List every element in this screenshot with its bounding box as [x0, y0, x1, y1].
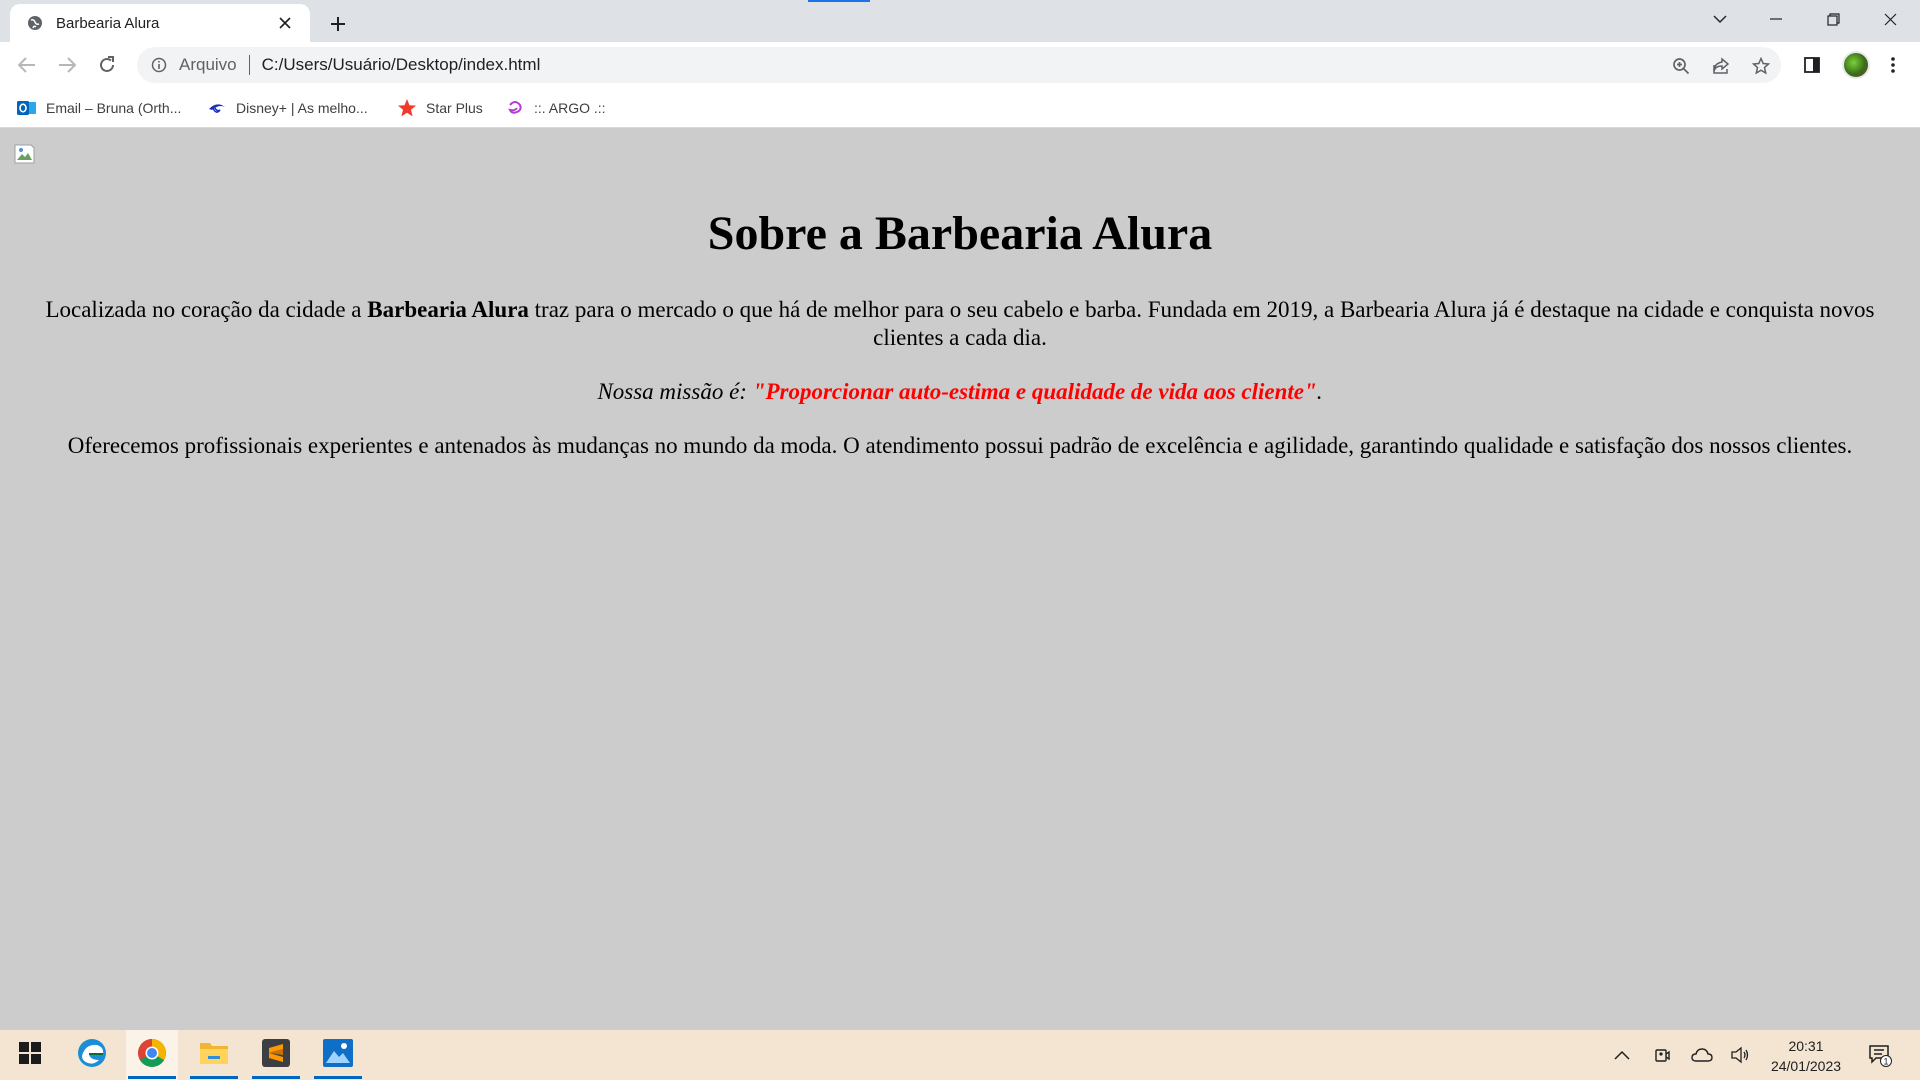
broken-image-icon [14, 144, 35, 164]
side-panel-icon[interactable] [1799, 52, 1825, 78]
tab-search-chevron-icon[interactable] [1700, 4, 1740, 34]
sublime-text-icon [262, 1038, 290, 1072]
page-viewport: Sobre a Barbearia Alura Localizada no co… [0, 128, 1920, 1030]
windows-start-icon [19, 1041, 41, 1069]
bookmark-star-plus[interactable]: Star Plus [397, 96, 483, 120]
volume-icon[interactable] [1728, 1043, 1752, 1067]
address-separator [248, 55, 250, 75]
notification-center-icon[interactable]: 1 [1868, 1043, 1892, 1067]
bookmark-label: Star Plus [426, 100, 483, 116]
profile-avatar[interactable] [1842, 51, 1870, 79]
chrome-icon [137, 1038, 167, 1073]
outlook-icon [17, 98, 37, 118]
star-icon [397, 98, 417, 118]
windows-start-button[interactable] [4, 1030, 56, 1080]
site-info-icon[interactable] [149, 55, 169, 75]
back-button[interactable] [12, 50, 42, 80]
meet-now-icon[interactable] [1650, 1043, 1674, 1067]
clock-date: 24/01/2023 [1770, 1058, 1842, 1074]
bookmark-outlook[interactable]: Email – Bruna (Orth... [17, 96, 181, 120]
taskbar-file-explorer[interactable] [188, 1030, 240, 1080]
active-indicator [128, 1076, 176, 1079]
running-indicator [190, 1076, 238, 1079]
bookmark-star-icon[interactable] [1750, 55, 1772, 77]
mission-quote: "Proporcionar auto-estima e qualidade de… [752, 379, 1317, 404]
onedrive-cloud-icon[interactable] [1690, 1043, 1714, 1067]
taskbar: 20:31 24/01/2023 1 [0, 1030, 1920, 1080]
services-paragraph: Oferecemos profissionais experientes e a… [67, 433, 1853, 458]
taskbar-sublime-text[interactable] [250, 1030, 302, 1080]
intro-text-start: Localizada no coração da cidade a [45, 297, 368, 322]
bookmark-label: Disney+ | As melho... [236, 100, 368, 116]
forward-button[interactable] [52, 50, 82, 80]
bookmark-label: Email – Bruna (Orth... [46, 100, 182, 116]
taskbar-clock[interactable]: 20:31 24/01/2023 [1764, 1036, 1848, 1076]
new-tab-button[interactable] [324, 10, 352, 38]
zoom-icon[interactable] [1670, 55, 1692, 77]
clock-time: 20:31 [1788, 1038, 1824, 1054]
restore-button[interactable] [1813, 4, 1853, 34]
file-explorer-icon [199, 1040, 229, 1071]
kebab-menu-icon[interactable] [1880, 52, 1906, 78]
tab-strip-highlight [808, 0, 870, 2]
intro-paragraph: Localizada no coração da cidade a Barbea… [28, 296, 1892, 352]
tab-title: Barbearia Alura [56, 14, 160, 32]
mission-end: . [1316, 379, 1323, 404]
bookmark-disney[interactable]: Disney+ | As melho... [207, 96, 368, 120]
address-scheme-label: Arquivo [179, 55, 237, 74]
close-window-button[interactable] [1870, 4, 1910, 34]
notification-count: 1 [1883, 1057, 1888, 1067]
taskbar-photos[interactable] [312, 1030, 364, 1080]
intro-bold-name: Barbearia Alura [367, 297, 529, 322]
argo-icon [505, 98, 525, 118]
browser-tab[interactable]: Barbearia Alura [10, 4, 310, 42]
taskbar-chrome[interactable] [126, 1030, 178, 1080]
chevron-up-icon[interactable] [1610, 1043, 1634, 1067]
running-indicator [314, 1076, 362, 1079]
minimize-button[interactable] [1756, 4, 1796, 34]
share-icon[interactable] [1710, 55, 1732, 77]
bookmark-label: ::. ARGO .:: [534, 100, 606, 116]
tab-close-icon[interactable] [274, 12, 296, 34]
globe-icon [26, 14, 44, 32]
tab-strip: Barbearia Alura [0, 0, 1920, 42]
photos-icon [323, 1038, 353, 1072]
page-title: Sobre a Barbearia Alura [707, 207, 1213, 260]
taskbar-edge[interactable] [66, 1030, 118, 1080]
mission-label: Nossa missão é: [597, 379, 753, 404]
running-indicator [252, 1076, 300, 1079]
edge-icon [77, 1038, 107, 1073]
mission-paragraph: Nossa missão é: "Proporcionar auto-estim… [28, 378, 1892, 406]
address-url[interactable]: C:/Users/Usuário/Desktop/index.html [262, 55, 541, 75]
reload-button[interactable] [92, 50, 122, 80]
bookmarks-bar: Email – Bruna (Orth... Disney+ | As melh… [0, 88, 1920, 128]
bookmark-argo[interactable]: ::. ARGO .:: [505, 96, 606, 120]
browser-toolbar: Arquivo C:/Users/Usuário/Desktop/index.h… [0, 42, 1920, 88]
address-bar[interactable]: Arquivo C:/Users/Usuário/Desktop/index.h… [137, 47, 1781, 83]
intro-text-end: traz para o mercado o que há de melhor p… [528, 297, 1875, 350]
disney-icon [207, 98, 227, 118]
